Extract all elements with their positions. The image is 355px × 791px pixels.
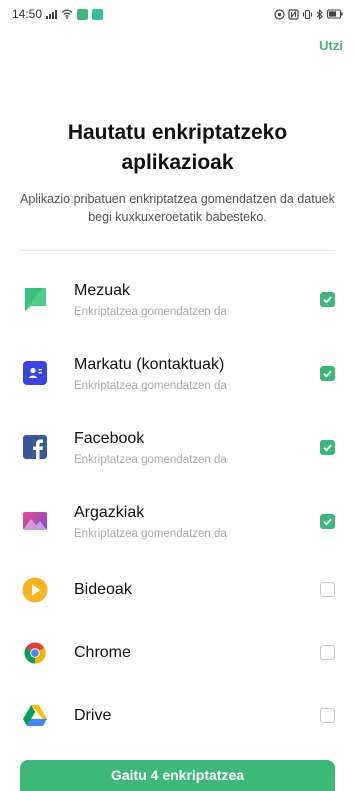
- app-checkbox-checked[interactable]: [320, 513, 335, 529]
- photos-icon: [22, 508, 48, 534]
- app-row-chrome[interactable]: Chrome: [0, 621, 355, 684]
- app-name: Facebook: [74, 429, 145, 447]
- app-checkbox-unchecked[interactable]: [320, 645, 335, 660]
- check-icon: [323, 369, 332, 377]
- facebook-icon: [22, 434, 48, 460]
- status-right: [274, 8, 343, 20]
- app-text: Bideoak: [74, 580, 320, 600]
- videos-icon: [22, 577, 48, 603]
- app-desc: Enkriptatzea gomendatzen da: [74, 527, 227, 540]
- app-list: Mezuak Enkriptatzea gomendatzen da Marka…: [0, 262, 355, 747]
- app-row-bideoak[interactable]: Bideoak: [0, 558, 355, 621]
- app-row-markatu[interactable]: Markatu (kontaktuak) Enkriptatzea gomend…: [0, 336, 355, 410]
- enable-encryption-label: Gaitu 4 enkriptatzea: [110, 767, 245, 783]
- eye-icon: [274, 8, 285, 20]
- app-name: Drive: [74, 706, 112, 724]
- app-desc: Enkriptatzea gomendatzen da: [74, 305, 227, 318]
- app-desc: Enkriptatzea gomendatzen da: [74, 379, 227, 392]
- app-checkbox-unchecked[interactable]: [320, 582, 335, 597]
- app-text: Chrome: [74, 643, 320, 663]
- check-icon: [323, 443, 332, 451]
- page-subtitle: Aplikazio pribatuen enkriptatzea gomenda…: [20, 192, 335, 224]
- app-row-facebook[interactable]: Facebook Enkriptatzea gomendatzen da: [0, 410, 355, 484]
- messages-icon: [22, 286, 48, 312]
- skip-button[interactable]: Utzi: [319, 38, 343, 53]
- check-icon: [323, 517, 332, 525]
- app-checkbox-checked[interactable]: [320, 439, 335, 455]
- app-name: Bideoak: [74, 580, 132, 598]
- status-time: 14:50: [12, 7, 43, 21]
- page-title: Hautatu enkriptatzeko aplikazioak: [67, 121, 288, 174]
- bluetooth-icon: [316, 8, 323, 20]
- battery-icon: [327, 9, 343, 19]
- app-name: Markatu (kontaktuak): [74, 355, 225, 373]
- app-name: Chrome: [74, 643, 131, 661]
- app-checkbox-checked[interactable]: [320, 365, 335, 381]
- app-row-drive[interactable]: Drive: [0, 684, 355, 747]
- notification-message-icon: [92, 8, 104, 20]
- notification-app-icon: [77, 8, 89, 20]
- app-name: Argazkiak: [74, 503, 145, 521]
- divider: [20, 250, 335, 251]
- app-text: Facebook Enkriptatzea gomendatzen da: [74, 429, 320, 466]
- nfc-icon: [288, 8, 299, 20]
- app-row-mezuak[interactable]: Mezuak Enkriptatzea gomendatzen da: [0, 262, 355, 336]
- check-icon: [323, 295, 332, 303]
- app-checkbox-unchecked[interactable]: [320, 708, 335, 723]
- app-checkbox-checked[interactable]: [320, 291, 335, 307]
- enable-encryption-button[interactable]: Gaitu 4 enkriptatzea: [20, 760, 335, 791]
- status-bar: 14:50: [0, 0, 355, 28]
- app-text: Drive: [74, 706, 320, 726]
- app-name: Mezuak: [74, 281, 131, 299]
- vibrate-icon: [303, 9, 312, 19]
- app-text: Argazkiak Enkriptatzea gomendatzen da: [74, 503, 320, 540]
- signal-icon: [46, 9, 58, 19]
- chrome-icon: [22, 640, 48, 666]
- status-left: 14:50: [12, 7, 104, 21]
- wifi-icon: [61, 9, 73, 19]
- app-text: Markatu (kontaktuak) Enkriptatzea gomend…: [74, 355, 320, 392]
- drive-icon: [22, 703, 48, 729]
- app-text: Mezuak Enkriptatzea gomendatzen da: [74, 281, 320, 318]
- app-desc: Enkriptatzea gomendatzen da: [74, 453, 227, 466]
- contacts-icon: [22, 360, 48, 386]
- app-row-argazkiak[interactable]: Argazkiak Enkriptatzea gomendatzen da: [0, 484, 355, 558]
